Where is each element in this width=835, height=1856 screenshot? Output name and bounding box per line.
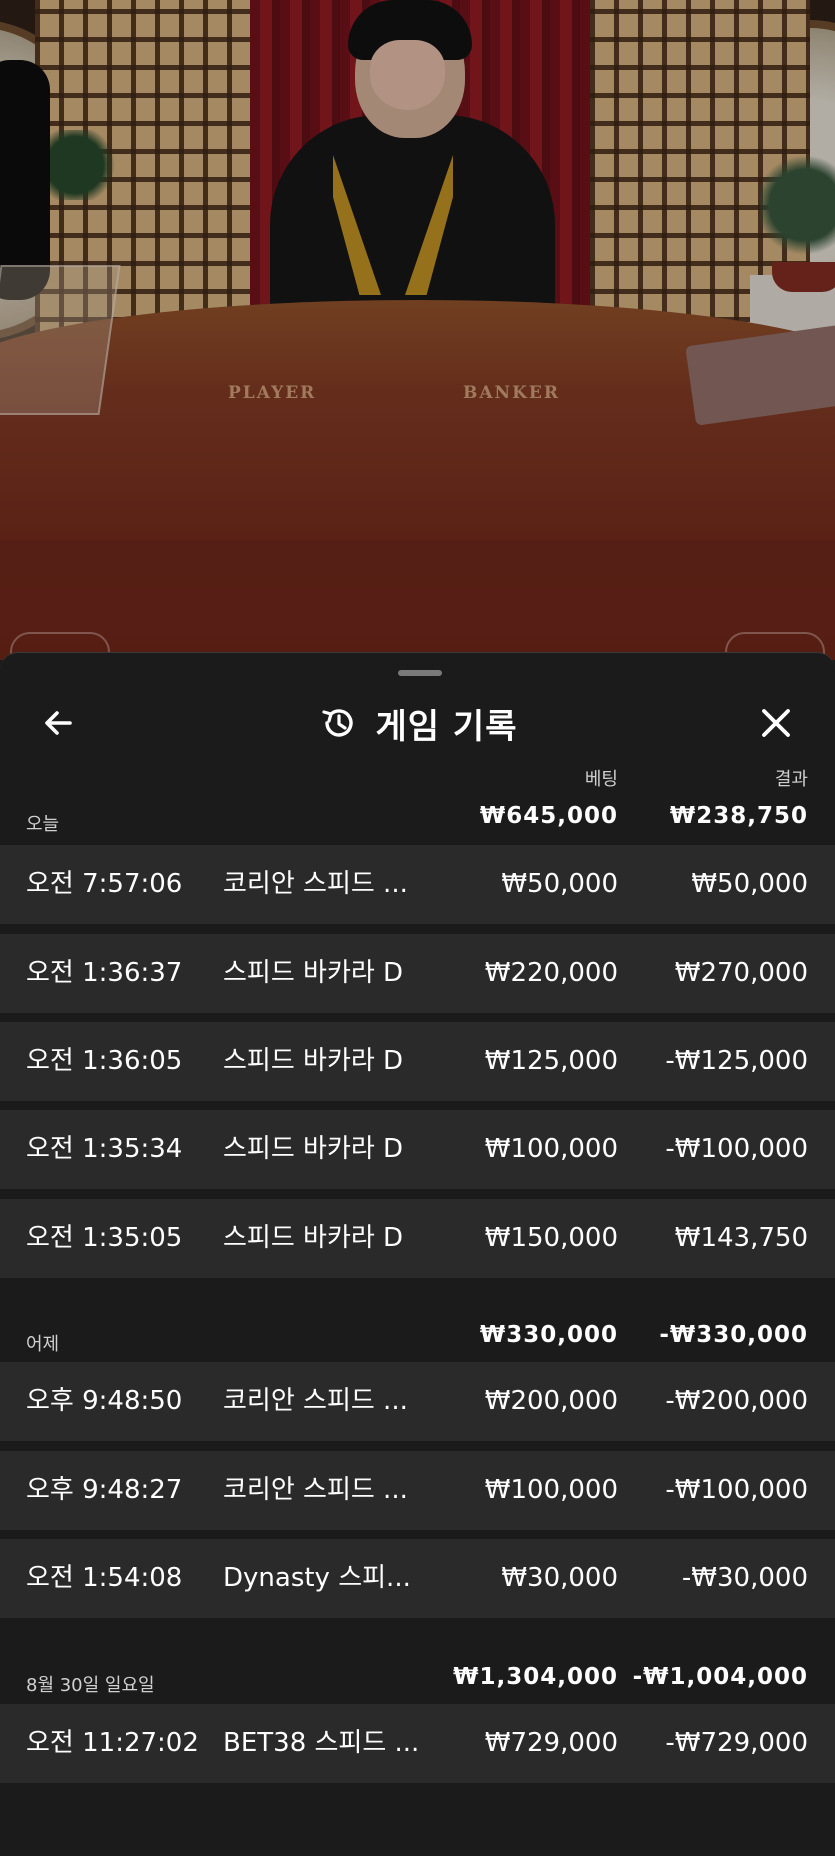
history-row[interactable]: 오전 11:27:02 BET38 스피드 ... ₩729,000 -₩729… <box>0 1704 835 1783</box>
history-icon <box>321 709 353 737</box>
row-result: -₩125,000 <box>665 1046 808 1076</box>
row-result: ₩50,000 <box>691 869 808 899</box>
column-headers: 베팅 결과 <box>0 765 835 791</box>
history-row[interactable]: 오전 1:35:05 스피드 바카라 D ₩150,000 ₩143,750 <box>0 1199 835 1278</box>
row-bet: ₩100,000 <box>484 1475 618 1505</box>
group-label: 8월 30일 일요일 <box>26 1675 155 1696</box>
row-time: 오전 7:57:06 <box>26 869 183 899</box>
row-time: 오후 9:48:27 <box>26 1475 183 1505</box>
sheet-drag-handle[interactable] <box>398 670 442 676</box>
row-game: 스피드 바카라 D <box>223 1134 404 1164</box>
history-row[interactable]: 오후 9:48:27 코리안 스피드 ... ₩100,000 -₩100,00… <box>0 1451 835 1530</box>
video-dim-overlay <box>0 0 835 660</box>
close-icon <box>762 709 790 737</box>
back-button[interactable] <box>28 693 88 753</box>
row-game: 코리안 스피드 ... <box>223 1386 408 1416</box>
group-label: 어제 <box>26 1334 60 1355</box>
group-result-total: -₩330,000 <box>659 1322 808 1348</box>
row-result: -₩200,000 <box>665 1386 808 1416</box>
group-bet-total: ₩330,000 <box>479 1322 618 1348</box>
group-bet-total: ₩645,000 <box>479 803 618 829</box>
row-bet: ₩150,000 <box>484 1223 618 1253</box>
row-time: 오전 1:35:05 <box>26 1223 183 1253</box>
page-title: 게임 기록 <box>375 706 518 747</box>
row-bet: ₩100,000 <box>484 1134 618 1164</box>
row-result: ₩270,000 <box>674 958 808 988</box>
row-result: -₩100,000 <box>665 1134 808 1164</box>
row-result: -₩729,000 <box>665 1728 808 1758</box>
row-time: 오전 11:27:02 <box>26 1728 199 1758</box>
history-row[interactable]: 오전 1:36:37 스피드 바카라 D ₩220,000 ₩270,000 <box>0 934 835 1013</box>
row-time: 오후 9:48:50 <box>26 1386 183 1416</box>
row-time: 오전 1:36:05 <box>26 1046 183 1076</box>
column-header-result: 결과 <box>774 769 808 790</box>
row-bet: ₩30,000 <box>501 1563 618 1593</box>
row-game: 스피드 바카라 D <box>223 958 404 988</box>
row-game: 스피드 바카라 D <box>223 1046 404 1076</box>
row-result: ₩143,750 <box>674 1223 808 1253</box>
row-time: 오전 1:36:37 <box>26 958 183 988</box>
row-bet: ₩125,000 <box>484 1046 618 1076</box>
game-history-sheet: 게임 기록 베팅 결과 오늘 ₩645,000 ₩238,750 오전 7:57… <box>0 652 835 1856</box>
row-time: 오전 1:35:34 <box>26 1134 183 1164</box>
row-result: -₩30,000 <box>681 1563 808 1593</box>
arrow-left-icon <box>45 711 72 735</box>
history-row[interactable]: 오전 1:36:05 스피드 바카라 D ₩125,000 -₩125,000 <box>0 1022 835 1101</box>
live-video-stream: PLAYER BANKER <box>0 0 835 660</box>
group-result-total: -₩1,004,000 <box>632 1664 808 1690</box>
row-game: Dynasty 스피... <box>223 1563 411 1593</box>
row-game: 코리안 스피드 ... <box>223 869 408 899</box>
column-header-bet: 베팅 <box>584 769 618 790</box>
history-row[interactable]: 오전 1:35:34 스피드 바카라 D ₩100,000 -₩100,000 <box>0 1110 835 1189</box>
history-row[interactable]: 오전 1:54:08 Dynasty 스피... ₩30,000 -₩30,00… <box>0 1539 835 1618</box>
row-bet: ₩50,000 <box>501 869 618 899</box>
group-label: 오늘 <box>26 814 60 835</box>
row-bet: ₩200,000 <box>484 1386 618 1416</box>
group-result-total: ₩238,750 <box>669 803 808 829</box>
history-row[interactable]: 오후 9:48:50 코리안 스피드 ... ₩200,000 -₩200,00… <box>0 1362 835 1441</box>
sheet-header: 게임 기록 <box>0 693 835 753</box>
row-game: 코리안 스피드 ... <box>223 1475 408 1505</box>
row-bet: ₩729,000 <box>484 1728 618 1758</box>
close-button[interactable] <box>746 693 806 753</box>
history-row[interactable]: 오전 7:57:06 코리안 스피드 ... ₩50,000 ₩50,000 <box>0 845 835 924</box>
row-game: BET38 스피드 ... <box>223 1728 420 1758</box>
row-game: 스피드 바카라 D <box>223 1223 404 1253</box>
row-result: -₩100,000 <box>665 1475 808 1505</box>
row-time: 오전 1:54:08 <box>26 1563 183 1593</box>
group-bet-total: ₩1,304,000 <box>453 1664 618 1690</box>
row-bet: ₩220,000 <box>484 958 618 988</box>
